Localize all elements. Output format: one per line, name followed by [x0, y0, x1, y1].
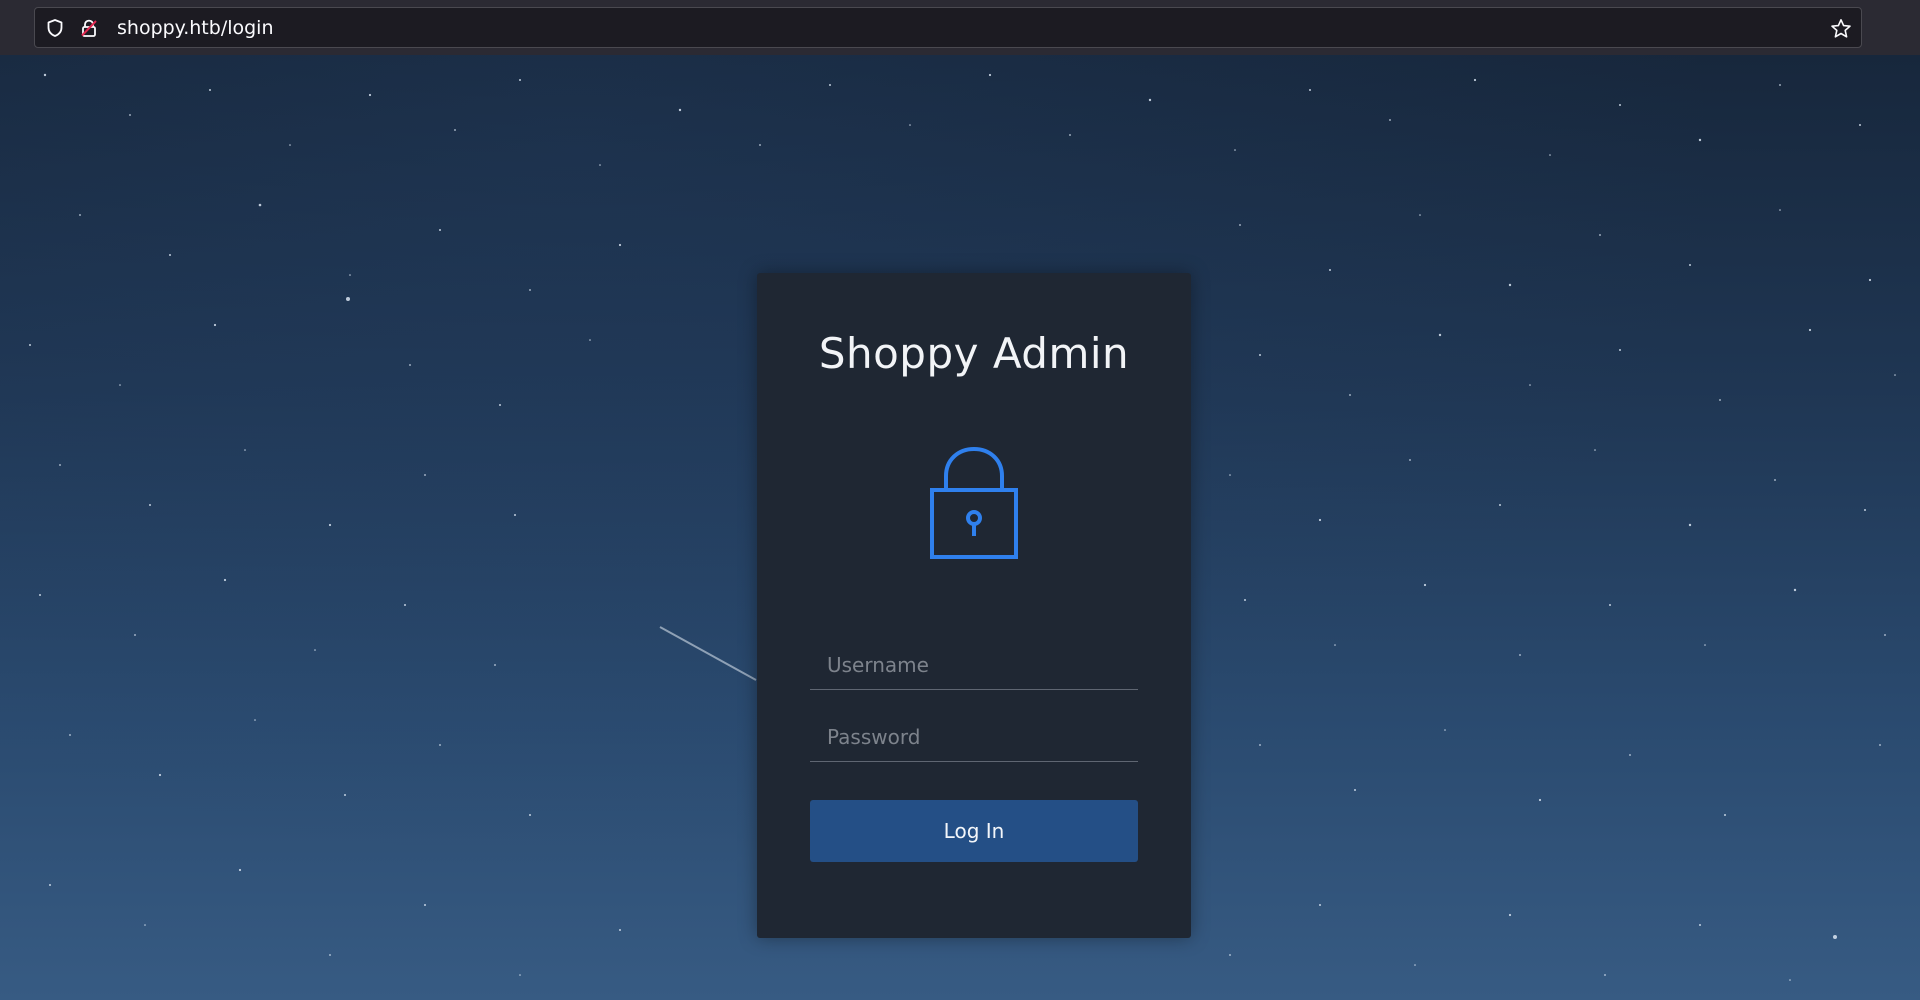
address-bar[interactable]: shoppy.htb/login	[34, 7, 1862, 48]
lock-insecure-icon[interactable]	[79, 18, 99, 38]
padlock-icon	[930, 446, 1018, 559]
password-input[interactable]	[810, 712, 1138, 762]
login-title: Shoppy Admin	[818, 329, 1130, 378]
login-card: Shoppy Admin Log In	[757, 273, 1191, 938]
username-input[interactable]	[810, 640, 1138, 690]
url-text[interactable]: shoppy.htb/login	[117, 17, 274, 39]
shield-icon[interactable]	[45, 18, 65, 38]
browser-toolbar: shoppy.htb/login	[0, 0, 1920, 55]
star-icon[interactable]	[1829, 17, 1853, 41]
login-button[interactable]: Log In	[810, 800, 1138, 862]
page-viewport: Shoppy Admin Log In	[0, 55, 1920, 1000]
